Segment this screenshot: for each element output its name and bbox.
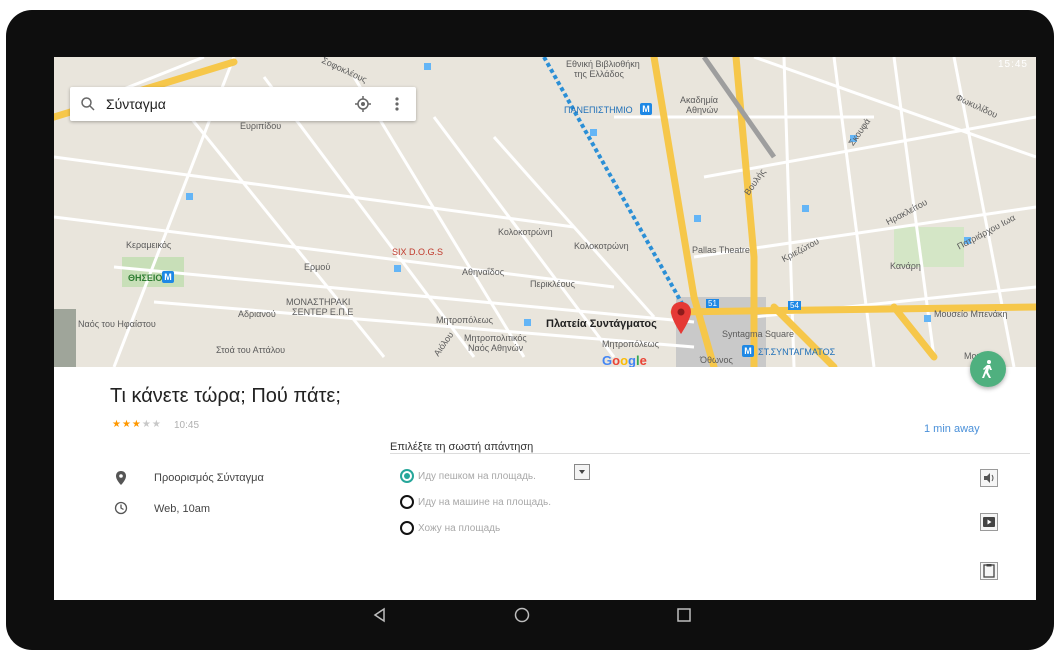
map-label: Κεραμεικός [126, 240, 172, 250]
map-label: Εθνική Βιβλιοθήκη [566, 59, 640, 69]
map-label: Μουσείο Μπενάκη [934, 309, 1008, 319]
map-label: SIX D.O.G.S [392, 247, 444, 257]
route-badge: 54 [788, 301, 801, 310]
recents-button[interactable] [676, 607, 692, 623]
map-label: ΘΗΣΕΙΟ [128, 273, 163, 283]
answer-option-2[interactable]: Иду на машине на площадь. [400, 494, 600, 512]
divider [390, 453, 1030, 454]
location-pin-icon [116, 471, 126, 485]
video-button[interactable] [980, 513, 998, 531]
map-label: Στοά του Αττάλου [216, 345, 286, 355]
map-label: Μητροπόλεως [436, 315, 493, 325]
map-label: Αθηνών [686, 105, 719, 115]
map-label: ΜΟΝΑΣΤΗΡΑΚΙ [286, 297, 351, 307]
metro-icon: M [162, 271, 174, 283]
option-label: Иду на машине на площадь. [418, 497, 551, 508]
arrow-down-icon [579, 470, 585, 474]
map-label: Κανάρη [890, 261, 921, 271]
clipboard-button[interactable] [980, 562, 998, 580]
search-input[interactable]: Σύνταγμα [106, 96, 166, 112]
rating-value: 10:45 [174, 420, 200, 431]
map-label: Κολοκοτρώνη [498, 227, 553, 237]
radio-button[interactable] [400, 495, 414, 509]
stars-empty: ★★ [141, 419, 162, 430]
schedule-row: Web, 10am [114, 500, 334, 520]
radio-button[interactable] [400, 521, 414, 535]
question-label: Επιλέξτε τη σωστή απάντηση [390, 441, 534, 453]
map-label: Περικλέους [530, 279, 575, 289]
map-label: Ναός του Ηφαίστου [78, 319, 156, 329]
destination-text: Προορισμός Σύνταγμα [154, 472, 264, 484]
walking-mode-button[interactable] [970, 351, 1006, 387]
audio-button[interactable] [980, 469, 998, 487]
map-label: Ευριπίδου [240, 121, 282, 131]
schedule-text: Web, 10am [154, 503, 211, 515]
metro-icon: M [742, 345, 754, 357]
map-label: ΠΑΝΕΠΙΣΤΗΜΙΟ [564, 105, 633, 115]
my-location-icon[interactable] [354, 95, 372, 113]
search-icon [81, 97, 95, 111]
google-logo: Google [602, 353, 647, 367]
answer-option-1[interactable]: Иду пешком на площадь. [400, 468, 600, 486]
back-button[interactable] [372, 607, 388, 623]
map-label: Ακαδημία [680, 95, 718, 105]
more-vert-icon[interactable] [392, 95, 402, 113]
star-rating: ★★★★★ [112, 419, 162, 430]
map-label: Syntagma Square [722, 329, 795, 339]
stars-filled: ★★★ [112, 419, 142, 430]
map-label: Όθωνος [700, 355, 733, 365]
map-label: Ναός Αθηνών [468, 343, 524, 353]
tablet-frame: Σοφοκλέους Εθνική Βιβλιοθήκη της Ελλάδος… [6, 10, 1054, 650]
walk-icon [982, 360, 992, 378]
destination-row: Προορισμός Σύνταγμα [114, 469, 334, 489]
option-label: Иду пешком на площадь. [418, 471, 536, 482]
status-bar-time: 15:45 [997, 59, 1028, 70]
eta-text: 1 min away [924, 423, 980, 435]
map-label: ΣΤ.ΣΥΝΤΑΓΜΑΤΟΣ [758, 347, 836, 357]
radio-button-checked[interactable] [400, 469, 414, 483]
route-badge: 51 [706, 299, 719, 308]
map-label: Αδριανού [238, 309, 276, 319]
back-icon [373, 607, 385, 623]
map-label: Κολοκοτρώνη [574, 241, 629, 251]
home-button[interactable] [514, 607, 530, 623]
dropdown-toggle-button[interactable] [574, 464, 590, 480]
map-label: Pallas Theatre [692, 245, 750, 255]
map-label: Ερμού [304, 262, 331, 272]
map-label: της Ελλάδος [574, 69, 624, 79]
pin-label: Πλατεία Συντάγματος [546, 318, 657, 330]
map-pin-icon[interactable] [670, 301, 692, 335]
answer-option-3[interactable]: Хожу на площадь [400, 520, 600, 538]
clock-icon [114, 501, 128, 515]
metro-icon: M [640, 103, 652, 115]
map-label: Μητροπόλεως [602, 339, 659, 349]
page-title: Τι κάνετε τώρα; Πού πάτε; [110, 385, 341, 407]
map-view[interactable]: Σοφοκλέους Εθνική Βιβλιοθήκη της Ελλάδος… [54, 57, 1036, 367]
map-label: Μητροπολιτικός [464, 333, 527, 343]
screen: Σοφοκλέους Εθνική Βιβλιοθήκη της Ελλάδος… [54, 57, 1036, 600]
option-label: Хожу на площадь [418, 523, 501, 534]
home-icon [514, 607, 530, 623]
photo-area [54, 309, 76, 367]
map-label: Αθηναΐδος [462, 267, 505, 277]
map-label: ΣΕΝΤΕΡ Ε.Π.Ε [292, 307, 354, 317]
recents-icon [677, 608, 691, 622]
map-search-box[interactable]: Σύνταγμα [70, 87, 416, 121]
